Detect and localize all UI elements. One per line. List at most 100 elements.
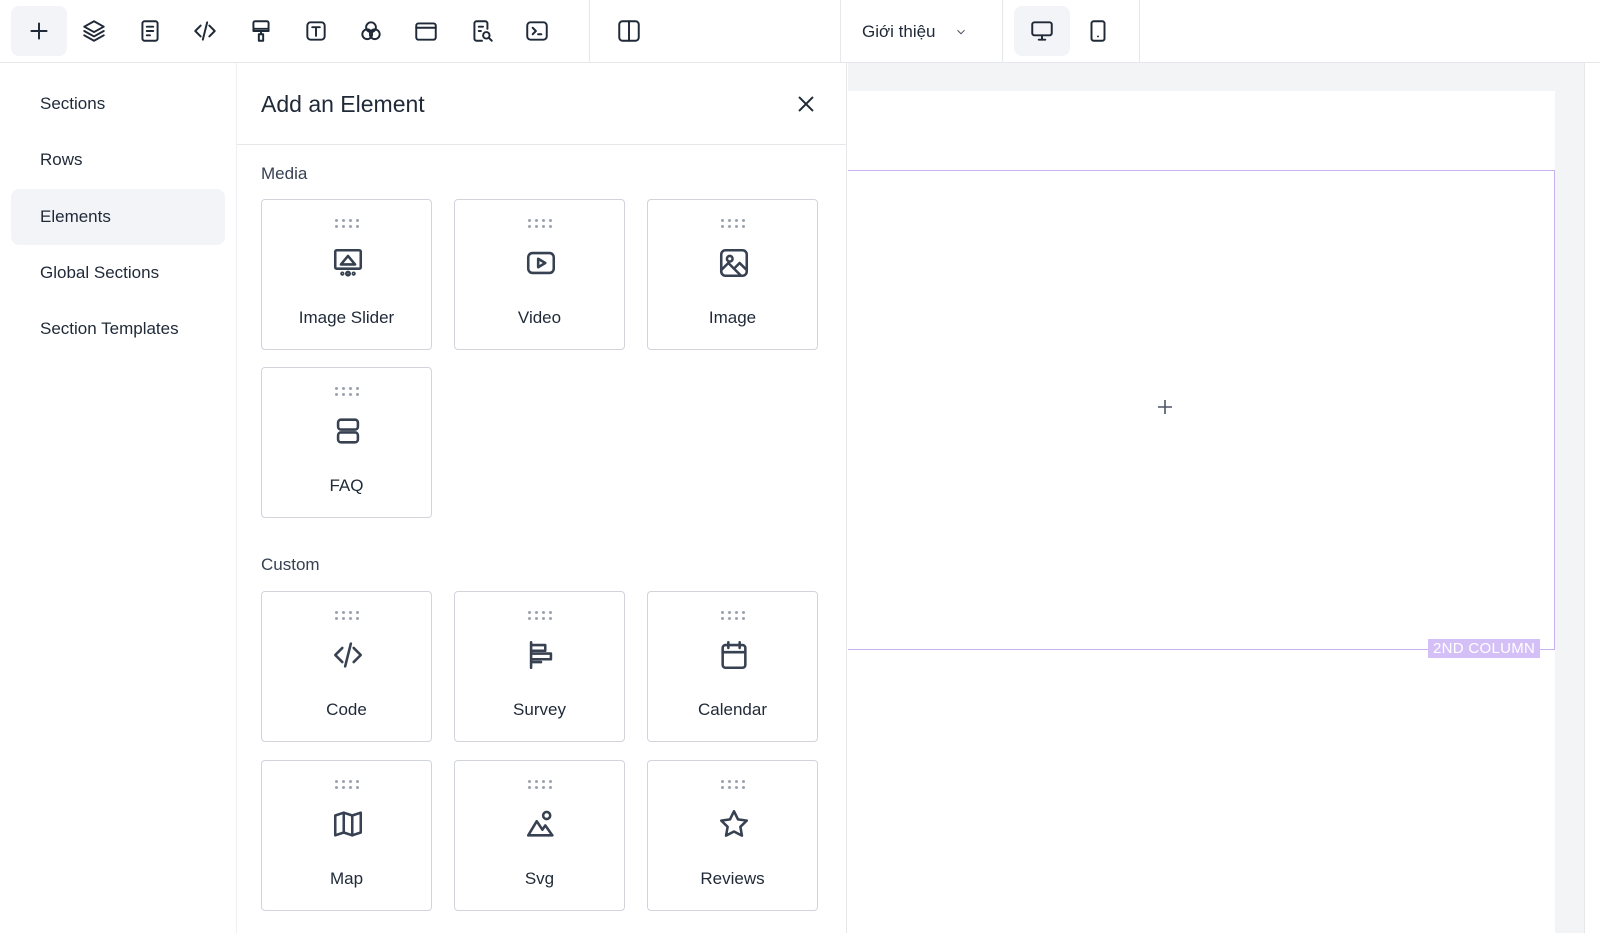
colors-button[interactable]: [343, 6, 399, 56]
grip-dot: [356, 611, 359, 614]
tablet-view-button[interactable]: [1070, 6, 1126, 56]
grip-dot: [728, 611, 731, 614]
styles-button[interactable]: [233, 6, 289, 56]
nav-item-section-templates[interactable]: Section Templates: [11, 301, 225, 357]
element-card-label: Svg: [524, 869, 555, 888]
split-view-button[interactable]: [601, 6, 657, 56]
element-card-svg[interactable]: Svg: [454, 760, 625, 911]
desktop-view-button[interactable]: [1014, 6, 1070, 56]
grip-dot: [721, 780, 724, 783]
layout-button[interactable]: [398, 6, 454, 56]
seo-button[interactable]: [454, 6, 510, 56]
grip-dot: [728, 225, 731, 228]
grip-dot: [349, 611, 352, 614]
grip-dot: [356, 393, 359, 396]
page-settings-button[interactable]: [122, 6, 178, 56]
settings-panel-edge: [1584, 63, 1600, 933]
nav-item-label: Global Sections: [40, 263, 160, 282]
grip-dot: [742, 786, 745, 789]
element-card-label: Calendar: [698, 700, 767, 719]
grip-dot: [349, 780, 352, 783]
grip-dot: [742, 780, 745, 783]
drag-handle-icon[interactable]: [527, 779, 555, 791]
page-search-icon: [473, 20, 493, 42]
page-selector[interactable]: Giới thiệu: [862, 0, 968, 63]
second-column[interactable]: [848, 170, 1555, 650]
drag-handle-icon[interactable]: [334, 386, 362, 398]
element-card-map[interactable]: Map: [261, 760, 432, 911]
custom-code-button[interactable]: [177, 6, 233, 56]
element-card-image-slider[interactable]: Image Slider: [261, 199, 432, 350]
grip-dot: [335, 786, 338, 789]
grip-dot: [742, 611, 745, 614]
grip-dot: [349, 786, 352, 789]
nav-item-global-sections[interactable]: Global Sections: [11, 245, 225, 301]
grip-dot: [342, 393, 345, 396]
grip-dot: [721, 219, 724, 222]
grip-dot: [549, 617, 552, 620]
element-card-survey[interactable]: Survey: [454, 591, 625, 742]
add-element-panel: Add an Element Media Image Slider Video …: [236, 63, 847, 933]
grip-dot: [528, 611, 531, 614]
grip-dot: [721, 617, 724, 620]
nav-item-label: Section Templates: [40, 319, 179, 338]
grip-dot: [549, 219, 552, 222]
grip-dot: [535, 219, 538, 222]
drag-handle-icon[interactable]: [527, 218, 555, 230]
nav-item-elements[interactable]: Elements: [11, 189, 225, 245]
grip-dot: [542, 219, 545, 222]
grip-dot: [356, 780, 359, 783]
grip-dot: [342, 780, 345, 783]
element-card-label: FAQ: [329, 476, 364, 495]
image-slider-icon: [328, 243, 368, 283]
add-element-button[interactable]: [11, 6, 67, 56]
scripts-button[interactable]: [509, 6, 565, 56]
element-card-label: Map: [329, 869, 364, 888]
editor-canvas: 2ND COLUMN: [848, 63, 1600, 933]
element-card-code[interactable]: Code: [261, 591, 432, 742]
element-card-label: Image Slider: [298, 308, 395, 327]
svg-icon: [521, 804, 561, 844]
element-card-image[interactable]: Image: [647, 199, 818, 350]
grip-dot: [356, 225, 359, 228]
add-to-column-button[interactable]: [1155, 397, 1175, 417]
element-card-reviews[interactable]: Reviews: [647, 760, 818, 911]
grip-dot: [356, 786, 359, 789]
grip-dot: [335, 387, 338, 390]
grip-dot: [349, 393, 352, 396]
drag-handle-icon[interactable]: [334, 610, 362, 622]
grip-dot: [335, 393, 338, 396]
grip-dot: [542, 617, 545, 620]
element-card-faq[interactable]: FAQ: [261, 367, 432, 518]
column-badge[interactable]: 2ND COLUMN: [1428, 639, 1541, 658]
grip-dot: [528, 786, 531, 789]
image-icon: [714, 243, 754, 283]
grip-dot: [528, 225, 531, 228]
grip-dot: [335, 611, 338, 614]
calendar-icon: [714, 635, 754, 675]
drag-handle-icon[interactable]: [334, 779, 362, 791]
grip-dot: [335, 219, 338, 222]
typography-button[interactable]: [288, 6, 344, 56]
paint-brush-icon: [252, 20, 270, 42]
grip-dot: [535, 225, 538, 228]
close-panel-button[interactable]: [791, 89, 821, 119]
close-icon: [798, 96, 814, 112]
drag-handle-icon[interactable]: [720, 610, 748, 622]
nav-item-sections[interactable]: Sections: [11, 76, 225, 132]
drag-handle-icon[interactable]: [720, 218, 748, 230]
drag-handle-icon[interactable]: [720, 779, 748, 791]
grip-dot: [742, 219, 745, 222]
color-circles-icon: [361, 21, 381, 41]
grip-dot: [549, 225, 552, 228]
layers-button[interactable]: [66, 6, 122, 56]
grip-dot: [342, 225, 345, 228]
chevron-down-icon: [956, 29, 965, 34]
drag-handle-icon[interactable]: [527, 610, 555, 622]
nav-item-rows[interactable]: Rows: [11, 132, 225, 188]
element-card-calendar[interactable]: Calendar: [647, 591, 818, 742]
element-card-video[interactable]: Video: [454, 199, 625, 350]
drag-handle-icon[interactable]: [334, 218, 362, 230]
grip-dot: [728, 780, 731, 783]
grip-dot: [721, 225, 724, 228]
